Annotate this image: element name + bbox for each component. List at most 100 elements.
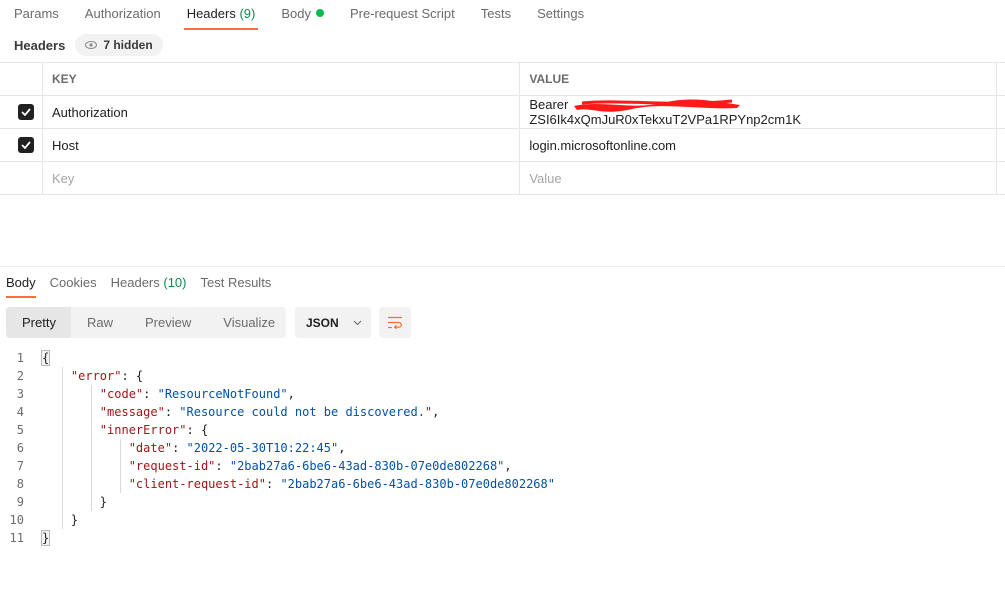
column-end bbox=[996, 62, 1005, 96]
code-line: 10 } bbox=[0, 511, 555, 529]
header-enabled-checkbox[interactable] bbox=[18, 137, 34, 153]
value-suffix: ZSI6Ik4xQmJuR0xTekxuT2VPa1RPYnp2cm1K bbox=[529, 112, 801, 127]
json-punctuation: , bbox=[287, 387, 295, 401]
format-select-value: JSON bbox=[306, 315, 339, 330]
json-punctuation: , bbox=[338, 441, 346, 455]
json-string: "2bab27a6-6be6-43ad-830b-07e0de802268" bbox=[229, 459, 505, 473]
wrap-lines-icon bbox=[388, 316, 402, 329]
json-key: "error" bbox=[70, 369, 122, 383]
header-enabled-checkbox[interactable] bbox=[18, 104, 34, 120]
code-line: 1{ bbox=[0, 349, 555, 367]
chevron-down-icon bbox=[353, 320, 362, 325]
indent-guide bbox=[90, 385, 92, 511]
json-string: "ResourceNotFound" bbox=[157, 387, 288, 401]
tab-authorization[interactable]: Authorization bbox=[71, 0, 173, 30]
code-text: "message": "Resource could not be discov… bbox=[42, 405, 440, 419]
code-text: "code": "ResourceNotFound", bbox=[42, 387, 295, 401]
header-value-cell[interactable]: Bearer ZSI6Ik4xQmJuR0xTekxuT2VPa1RPYnp2c… bbox=[519, 95, 997, 129]
code-line: 11} bbox=[0, 529, 555, 547]
tab-label: Pre-request Script bbox=[349, 6, 455, 21]
header-key-cell[interactable]: Host bbox=[41, 128, 521, 162]
format-select[interactable]: JSON bbox=[295, 307, 371, 338]
new-value-input[interactable]: Value bbox=[519, 161, 997, 195]
json-punctuation: : bbox=[265, 477, 281, 491]
pane-divider[interactable] bbox=[0, 266, 1005, 267]
json-punctuation: , bbox=[504, 459, 512, 473]
value-column-header: VALUE bbox=[519, 62, 997, 96]
tab-label: Headers bbox=[110, 275, 160, 290]
indent-guide bbox=[62, 367, 63, 529]
code-text: } bbox=[40, 530, 51, 546]
json-punctuation: } bbox=[70, 513, 79, 527]
view-pretty-button[interactable]: Pretty bbox=[6, 307, 71, 338]
line-number: 6 bbox=[16, 441, 24, 455]
code-line: 6 "date": "2022-05-30T10:22:45", bbox=[0, 439, 555, 457]
response-tab-test-results[interactable]: Test Results bbox=[195, 270, 280, 298]
json-string: "2022-05-30T10:22:45" bbox=[186, 441, 339, 455]
line-number: 10 bbox=[9, 513, 24, 527]
json-string: "2bab27a6-6be6-43ad-830b-07e0de802268" bbox=[280, 477, 555, 491]
code-text: "error": { bbox=[42, 369, 143, 383]
json-key: "innerError" bbox=[99, 423, 187, 437]
tab-label: Settings bbox=[537, 6, 585, 21]
tab-label: Authorization bbox=[84, 6, 161, 21]
table-row: Authorization Bearer ZSI6Ik4xQmJuR0xTekx… bbox=[0, 95, 1005, 129]
tab-settings[interactable]: Settings bbox=[523, 0, 596, 30]
line-number: 3 bbox=[16, 387, 24, 401]
indent-guide bbox=[119, 439, 121, 493]
line-number: 1 bbox=[16, 351, 24, 365]
line-number: 4 bbox=[16, 405, 24, 419]
code-line: 8 "client-request-id": "2bab27a6-6be6-43… bbox=[0, 475, 555, 493]
json-key: "request-id" bbox=[128, 459, 216, 473]
tab-body[interactable]: Body bbox=[267, 0, 336, 30]
tab-label: Cookies bbox=[49, 275, 97, 290]
code-line: 3 "code": "ResourceNotFound", bbox=[0, 385, 555, 403]
check-icon bbox=[21, 141, 31, 149]
json-punctuation: : bbox=[164, 405, 180, 419]
code-text: } bbox=[42, 495, 107, 509]
response-tab-body[interactable]: Body bbox=[0, 270, 44, 298]
tab-params[interactable]: Params bbox=[0, 0, 71, 30]
tab-label: Tests bbox=[480, 6, 512, 21]
new-key-input[interactable]: Key bbox=[41, 161, 521, 195]
response-body-editor[interactable]: 1{2 "error": {3 "code": "ResourceNotFoun… bbox=[0, 349, 555, 547]
code-line: 4 "message": "Resource could not be disc… bbox=[0, 403, 555, 421]
json-punctuation: : bbox=[172, 441, 187, 455]
tab-headers[interactable]: Headers (9) bbox=[173, 0, 268, 30]
hidden-headers-toggle[interactable]: 7 hidden bbox=[75, 34, 163, 56]
json-string: "Resource could not be discovered." bbox=[179, 405, 433, 419]
json-key: "date" bbox=[128, 441, 173, 455]
code-line: 5 "innerError": { bbox=[0, 421, 555, 439]
tab-label: Params bbox=[14, 6, 59, 21]
json-punctuation: } bbox=[40, 530, 51, 546]
code-line: 2 "error": { bbox=[0, 367, 555, 385]
wrap-lines-button[interactable] bbox=[379, 307, 411, 338]
view-preview-button[interactable]: Preview bbox=[129, 307, 207, 338]
view-visualize-button[interactable]: Visualize bbox=[207, 307, 291, 338]
json-key: "message" bbox=[99, 405, 165, 419]
headers-bar: Headers 7 hidden bbox=[14, 34, 163, 56]
header-key-cell[interactable]: Authorization bbox=[41, 95, 521, 129]
header-value-cell[interactable]: login.microsoftonline.com bbox=[519, 128, 997, 162]
key-column-header: KEY bbox=[41, 62, 521, 96]
table-row: Host login.microsoftonline.com bbox=[0, 128, 1005, 162]
json-punctuation: , bbox=[432, 405, 440, 419]
json-punctuation: } bbox=[99, 495, 108, 509]
response-tab-cookies[interactable]: Cookies bbox=[44, 270, 105, 298]
view-raw-button[interactable]: Raw bbox=[71, 307, 129, 338]
response-tab-headers[interactable]: Headers (10) bbox=[105, 270, 195, 298]
line-number: 5 bbox=[16, 423, 24, 437]
check-icon bbox=[21, 108, 31, 116]
json-punctuation: : bbox=[215, 459, 230, 473]
checkbox-column-header bbox=[0, 62, 43, 96]
tab-label: Headers bbox=[186, 6, 236, 21]
code-text: } bbox=[42, 513, 78, 527]
headers-section-title: Headers bbox=[14, 37, 66, 53]
tab-pre-request-script[interactable]: Pre-request Script bbox=[336, 0, 467, 30]
code-text: "date": "2022-05-30T10:22:45", bbox=[42, 441, 346, 455]
headers-count: (9) bbox=[239, 6, 256, 21]
tab-tests[interactable]: Tests bbox=[467, 0, 523, 30]
tab-label: Body bbox=[281, 6, 311, 21]
json-punctuation: { bbox=[40, 350, 51, 366]
line-number: 8 bbox=[16, 477, 24, 491]
